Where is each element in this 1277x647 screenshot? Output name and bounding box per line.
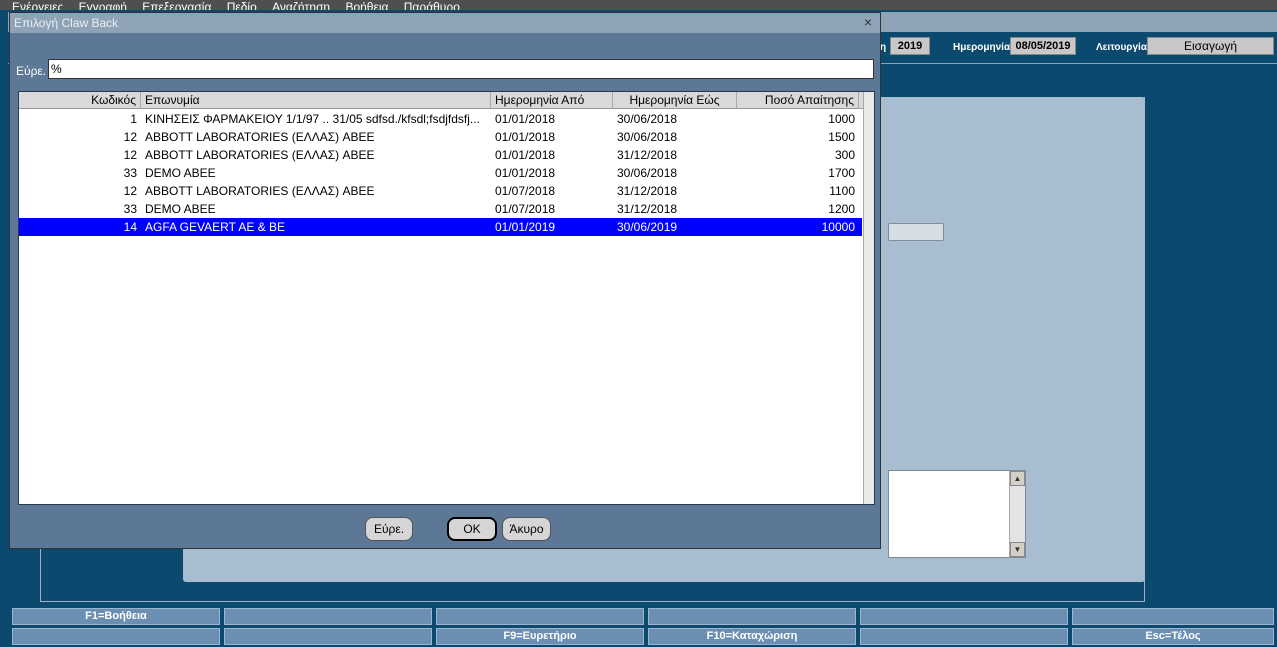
fkey-blank-5[interactable] <box>1072 608 1274 625</box>
cell-amount: 1000 <box>828 112 855 126</box>
close-icon[interactable]: × <box>860 14 876 30</box>
table-scrollbar[interactable] <box>863 92 874 504</box>
cell-code: 33 <box>123 202 137 216</box>
cell-code: 14 <box>123 220 137 234</box>
fkey-blank-2[interactable] <box>436 608 644 625</box>
table-row[interactable]: 33 DEMO ABEE 01/01/2018 30/06/2018 1700 <box>19 164 862 182</box>
fkey-f9-index[interactable]: F9=Ευρετήριο <box>436 628 644 645</box>
scroll-up-icon[interactable]: ▲ <box>1010 471 1025 486</box>
col-header-code[interactable]: Κωδικός <box>19 92 141 109</box>
cell-amount: 1700 <box>828 166 855 180</box>
cell-name: ΚΙΝΗΣΕΙΣ ΦΑΡΜΑΚΕΙΟΥ 1/1/97 .. 31/05 sdfs… <box>145 112 480 126</box>
app-input-field[interactable] <box>888 223 944 241</box>
fkey-blank-1[interactable] <box>224 608 432 625</box>
cell-name: DEMO ABEE <box>145 166 216 180</box>
fkey-esc-end[interactable]: Esc=Τέλος <box>1072 628 1274 645</box>
cell-from: 01/01/2019 <box>495 220 556 234</box>
table-row[interactable]: 33 DEMO ABEE 01/07/2018 31/12/2018 1200 <box>19 200 862 218</box>
table-row[interactable]: 1 ΚΙΝΗΣΕΙΣ ΦΑΡΜΑΚΕΙΟΥ 1/1/97 .. 31/05 sdf… <box>19 110 862 128</box>
cell-to: 30/06/2018 <box>617 112 678 126</box>
dialog-title: Επιλογή Claw Back <box>10 13 880 33</box>
col-header-name[interactable]: Επωνυμία <box>141 92 491 109</box>
mode-field: Εισαγωγή <box>1147 37 1274 55</box>
cell-name: AGFA GEVAERT AE & BE <box>145 220 286 234</box>
cell-code: 1 <box>130 112 137 126</box>
fkey-blank-4[interactable] <box>860 608 1068 625</box>
fkey-f10-save[interactable]: F10=Καταχώριση <box>648 628 856 645</box>
results-table: Κωδικός Επωνυμία Ημερομηνία Από Ημερομην… <box>18 91 875 505</box>
col-header-date-to[interactable]: Ημερομηνία Εώς <box>613 92 737 109</box>
cell-amount: 1100 <box>829 184 855 198</box>
function-key-bar: F1=Βοήθεια F9=Ευρετήριο F10=Καταχώριση E… <box>0 606 1277 647</box>
dialog-body: Εύρε. Κωδικός Επωνυμία Ημερομηνία Από Ημ… <box>10 33 880 548</box>
search-label: Εύρε. <box>16 64 47 78</box>
cell-amount: 300 <box>834 148 855 162</box>
table-header: Κωδικός Επωνυμία Ημερομηνία Από Ημερομην… <box>19 92 874 109</box>
cell-from: 01/07/2018 <box>495 184 556 198</box>
claw-back-dialog: Επιλογή Claw Back × Εύρε. Κωδικός Επωνυμ… <box>9 12 881 549</box>
mode-label: Λειτουργία <box>1096 42 1147 53</box>
menu-field[interactable]: Πεδίο <box>227 1 257 10</box>
fkey-blank-8[interactable] <box>860 628 1068 645</box>
menu-bar: Ενέργειες Εγγραφή Επεξεργασία Πεδίο Αναζ… <box>0 0 1277 10</box>
menu-record[interactable]: Εγγραφή <box>79 1 127 10</box>
table-row[interactable]: 12 ABBOTT LABORATORIES (ΕΛΛΑΣ) ΑΒΕΕ 01/01/… <box>19 128 862 146</box>
cell-amount: 1500 <box>828 130 855 144</box>
cell-to: 31/12/2018 <box>617 148 678 162</box>
date-label: Ημερομηνία <box>953 42 1011 53</box>
menu-help[interactable]: Βοήθεια <box>345 1 388 10</box>
cell-from: 01/01/2018 <box>495 130 556 144</box>
table-row[interactable]: 12 ABBOTT LABORATORIES (ΕΛΛΑΣ) ΑΒΕΕ 01/07/… <box>19 182 862 200</box>
cell-name: DEMO ABEE <box>145 202 216 216</box>
cell-name: ABBOTT LABORATORIES (ΕΛΛΑΣ) ΑΒΕΕ <box>145 148 375 162</box>
menu-actions[interactable]: Ενέργειες <box>12 1 63 10</box>
col-header-date-from[interactable]: Ημερομηνία Από <box>491 92 613 109</box>
textarea-scrollbar[interactable]: ▲ ▼ <box>1009 471 1025 557</box>
cell-amount: 10000 <box>821 220 855 234</box>
cell-code: 12 <box>123 184 137 198</box>
fkey-blank-3[interactable] <box>648 608 856 625</box>
cell-code: 12 <box>123 148 137 162</box>
ok-button[interactable]: OK <box>447 517 497 541</box>
find-button[interactable]: Εύρε. <box>365 517 413 541</box>
year-field[interactable]: 2019 <box>890 37 930 55</box>
cell-to: 31/12/2018 <box>617 202 678 216</box>
fkey-blank-6[interactable] <box>12 628 220 645</box>
cell-from: 01/07/2018 <box>495 202 556 216</box>
scroll-down-icon[interactable]: ▼ <box>1010 542 1025 557</box>
menu-window[interactable]: Παράθυρο <box>404 1 460 10</box>
menu-search[interactable]: Αναζήτηση <box>272 1 330 10</box>
cell-to: 30/06/2018 <box>617 166 678 180</box>
cell-to: 30/06/2019 <box>617 220 678 234</box>
cell-to: 31/12/2018 <box>617 184 678 198</box>
table-row[interactable]: 14 AGFA GEVAERT AE & BE 01/01/2019 30/06/20… <box>19 218 862 236</box>
app-textarea[interactable]: ▲ ▼ <box>888 470 1026 558</box>
date-field[interactable]: 08/05/2019 <box>1010 37 1076 55</box>
fkey-f1-help[interactable]: F1=Βοήθεια <box>12 608 220 625</box>
cell-to: 30/06/2018 <box>617 130 678 144</box>
cancel-button[interactable]: Άκυρο <box>502 517 551 541</box>
menu-edit[interactable]: Επεξεργασία <box>142 1 211 10</box>
cell-name: ABBOTT LABORATORIES (ΕΛΛΑΣ) ΑΒΕΕ <box>145 130 375 144</box>
cell-from: 01/01/2018 <box>495 148 556 162</box>
col-header-amount[interactable]: Ποσό Απαίτησης <box>737 92 859 109</box>
cell-from: 01/01/2018 <box>495 166 556 180</box>
cell-amount: 1200 <box>828 202 855 216</box>
table-row[interactable]: 12 ABBOTT LABORATORIES (ΕΛΛΑΣ) ΑΒΕΕ 01/01/… <box>19 146 862 164</box>
cell-name: ABBOTT LABORATORIES (ΕΛΛΑΣ) ΑΒΕΕ <box>145 184 375 198</box>
fkey-blank-7[interactable] <box>224 628 432 645</box>
cell-code: 12 <box>123 130 137 144</box>
cell-code: 33 <box>123 166 137 180</box>
cell-from: 01/01/2018 <box>495 112 556 126</box>
search-input[interactable] <box>48 59 874 79</box>
